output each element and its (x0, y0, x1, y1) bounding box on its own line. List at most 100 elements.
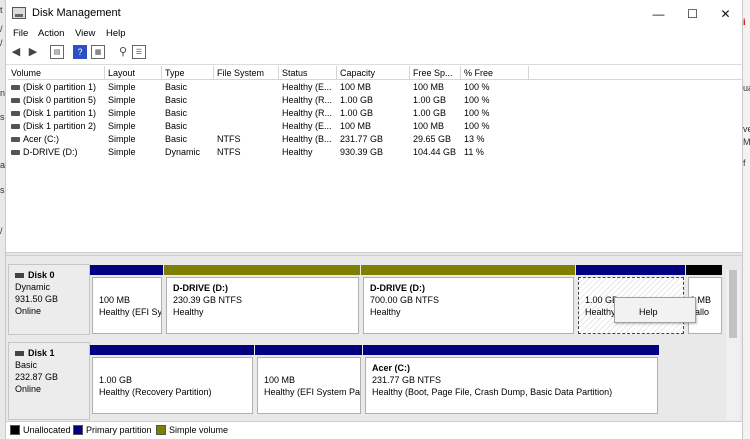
disk-icon (15, 351, 24, 357)
menu-help[interactable]: Help (106, 28, 126, 39)
column-header-capacity[interactable]: Capacity (337, 66, 410, 80)
menu-file[interactable]: File (13, 28, 28, 39)
table-row[interactable]: (Disk 1 partition 2) Simple Basic Healthy (… (8, 120, 742, 133)
cell-capacity: 231.77 GB (340, 134, 384, 144)
cell-volume: (Disk 0 partition 1) (8, 81, 105, 94)
volume-icon (11, 98, 20, 104)
disk-name: Disk 1 (28, 348, 55, 358)
cell-percent-free: 11 % (464, 147, 484, 157)
legend-label: Unallocated (23, 425, 71, 435)
cell-capacity: 1.00 GB (340, 95, 374, 105)
cell-file-system (214, 94, 279, 107)
cell-layout: Simple (108, 82, 136, 92)
cell-file-system (214, 81, 279, 94)
properties-icon[interactable]: ▦ (91, 45, 105, 59)
title-bar[interactable]: Disk Management — ☐ ✕ (6, 0, 742, 28)
partition-disk1-acer-c[interactable]: Acer (C:) 231.77 GB NTFS Healthy (Boot, … (365, 357, 658, 414)
partition-name: Acer (C:) (372, 363, 411, 373)
context-menu-help[interactable]: Help (639, 307, 658, 317)
legend-swatch-unallocated (10, 425, 20, 435)
partition-type-stripe (363, 345, 659, 355)
help-book-icon[interactable]: ? (73, 45, 87, 59)
forward-arrow-icon[interactable]: ▶ (26, 45, 40, 59)
cell-layout: Simple (108, 134, 136, 144)
cell-volume: (Disk 1 partition 1) (8, 107, 105, 120)
disk-0-label[interactable]: Disk 0 Dynamic 931.50 GB Online (8, 264, 90, 335)
cell-layout: Simple (108, 95, 136, 105)
scrollbar-thumb[interactable] (729, 270, 737, 338)
connect-icon[interactable]: ⚲ (116, 45, 130, 59)
volume-name: (Disk 0 partition 1) (23, 82, 97, 92)
console-tree-icon[interactable]: ▤ (50, 45, 64, 59)
table-row[interactable]: (Disk 1 partition 1) Simple Basic Healthy (… (8, 107, 742, 120)
column-header-status[interactable]: Status (279, 66, 337, 80)
disk-1-label[interactable]: Disk 1 Basic 232.87 GB Online (8, 342, 90, 420)
partition-size: 231.77 GB NTFS (372, 375, 442, 385)
volume-name: (Disk 1 partition 2) (23, 121, 97, 131)
table-row[interactable]: Acer (C:) Simple Basic NTFS Healthy (B... 231… (8, 133, 742, 146)
partition-status: Healthy (EFI System Part (264, 387, 361, 397)
cell-layout: Simple (108, 147, 136, 157)
background-text: ve (743, 124, 750, 134)
context-menu: Help (614, 297, 696, 323)
cell-volume: Acer (C:) (8, 133, 105, 146)
window-title: Disk Management (32, 7, 121, 19)
cell-status: Healthy (E... (282, 82, 332, 92)
cell-free-space: 1.00 GB (413, 108, 447, 118)
column-header-type[interactable]: Type (162, 66, 214, 80)
cell-capacity: 100 MB (340, 82, 372, 92)
list-view-icon[interactable]: ☰ (132, 45, 146, 59)
partition-status: Healthy (Recovery Partition) (99, 387, 212, 397)
disk-size: 232.87 GB (15, 372, 59, 382)
partition-type-stripe (361, 265, 575, 275)
column-header-free-space[interactable]: Free Sp... (410, 66, 461, 80)
cell-free-space: 1.00 GB (413, 95, 447, 105)
cell-layout: Simple (108, 108, 136, 118)
disk-icon (15, 273, 24, 279)
cell-percent-free: 100 % (464, 95, 490, 105)
cell-capacity: 1.00 GB (340, 108, 374, 118)
partition-name: D-DRIVE (D:) (173, 283, 228, 293)
legend-label: Simple volume (169, 425, 229, 435)
partition-size: 100 MB (99, 295, 131, 305)
table-row[interactable]: D-DRIVE (D:) Simple Dynamic NTFS Healthy 930.… (8, 146, 742, 159)
volume-name: (Disk 1 partition 1) (23, 108, 97, 118)
partition-disk0-d-drive-1[interactable]: D-DRIVE (D:) 230.39 GB NTFS Healthy (166, 277, 359, 334)
partition-disk0-efi[interactable]: 100 MB Healthy (EFI Sys (92, 277, 162, 334)
partition-name: D-DRIVE (D:) (370, 283, 425, 293)
partition-size: 230.39 GB NTFS (173, 295, 243, 305)
cell-status: Healthy (E... (282, 121, 332, 131)
cell-file-system: NTFS (217, 147, 241, 157)
partition-type-stripe (255, 345, 362, 355)
cell-percent-free: 100 % (464, 121, 490, 131)
table-row[interactable]: (Disk 0 partition 5) Simple Basic Healthy (… (8, 94, 742, 107)
cell-status: Healthy (R... (282, 95, 333, 105)
table-row[interactable]: (Disk 0 partition 1) Simple Basic Healthy (… (8, 81, 742, 94)
close-button[interactable]: ✕ (703, 0, 748, 28)
volume-name: Acer (C:) (23, 134, 59, 144)
column-header-percent-free[interactable]: % Free (461, 66, 529, 80)
column-header-layout[interactable]: Layout (105, 66, 162, 80)
background-text: f (743, 158, 746, 168)
back-arrow-icon[interactable]: ◀ (9, 45, 23, 59)
cell-type: Dynamic (165, 147, 201, 157)
legend-bar: Unallocated Primary partition Simple vol… (6, 421, 742, 439)
disk-management-window: Disk Management — ☐ ✕ File Action View H… (6, 0, 742, 439)
cell-percent-free: 13 % (464, 134, 485, 144)
disk-management-icon (12, 7, 26, 19)
disk-name: Disk 0 (28, 270, 55, 280)
menu-action[interactable]: Action (38, 28, 64, 39)
cell-capacity: 930.39 GB (340, 147, 384, 157)
column-header-file-system[interactable]: File System (214, 66, 279, 80)
partition-disk1-efi[interactable]: 100 MB Healthy (EFI System Part (257, 357, 361, 414)
column-header-volume[interactable]: Volume (8, 66, 105, 80)
partition-status: Healthy (173, 307, 204, 317)
volume-icon (11, 137, 20, 143)
partition-disk0-d-drive-2[interactable]: D-DRIVE (D:) 700.00 GB NTFS Healthy (363, 277, 574, 334)
partition-type-stripe (164, 265, 360, 275)
partition-disk1-recovery[interactable]: 1.00 GB Healthy (Recovery Partition) (92, 357, 253, 414)
menu-view[interactable]: View (75, 28, 95, 39)
toolbar: ◀ ▶ ▤ ? ▦ ⚲ ☰ (6, 41, 742, 65)
volume-list: Volume Layout Type File System Status Ca… (8, 66, 742, 252)
partition-type-stripe (90, 265, 163, 275)
